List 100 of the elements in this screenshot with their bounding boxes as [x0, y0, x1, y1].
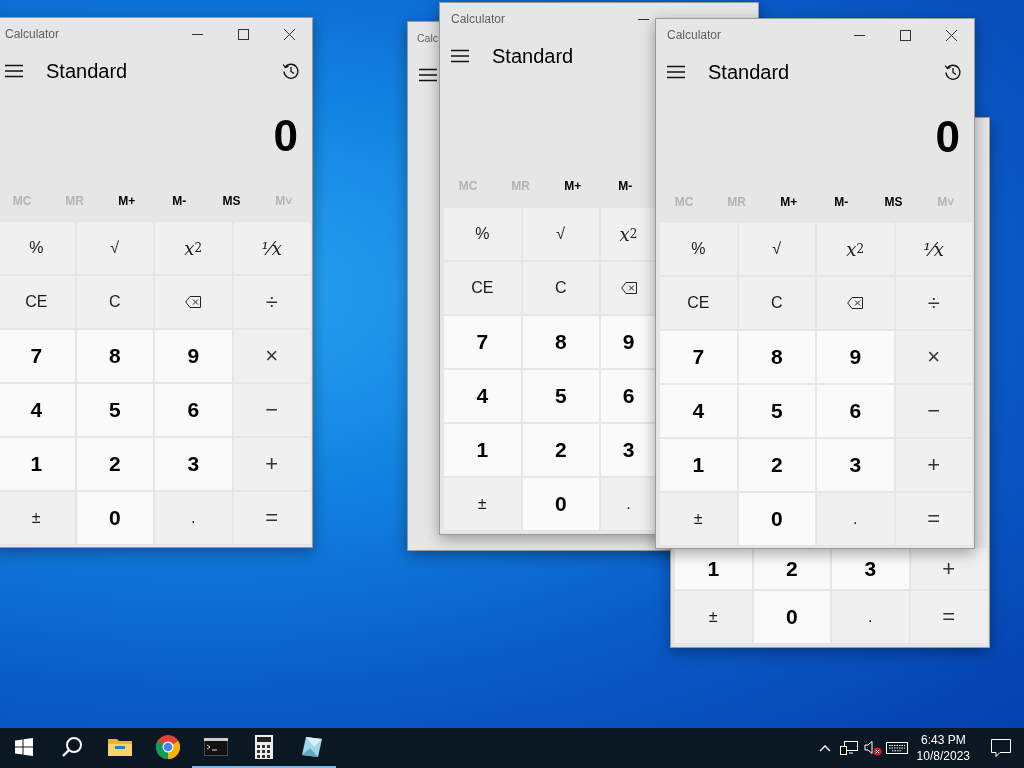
digit-key[interactable]: 0: [76, 492, 153, 544]
digit-key[interactable]: 8: [76, 330, 153, 382]
operator-key[interactable]: %: [660, 223, 737, 275]
memory-button[interactable]: M+: [564, 179, 582, 193]
minimize-icon: [191, 33, 203, 35]
digit-key[interactable]: 3: [832, 548, 909, 589]
digit-key[interactable]: 9: [817, 331, 894, 383]
digit-key[interactable]: 5: [76, 384, 153, 436]
digit-key[interactable]: 0: [738, 493, 815, 545]
operator-key[interactable]: ÷: [233, 276, 310, 328]
memory-button[interactable]: M-: [618, 179, 633, 193]
digit-key[interactable]: 5: [738, 385, 815, 437]
digit-key[interactable]: 2: [76, 438, 153, 490]
operator-key[interactable]: −: [895, 385, 972, 437]
operator-key[interactable]: √: [522, 208, 599, 260]
operator-key[interactable]: ×: [233, 330, 310, 382]
operator-key[interactable]: CE: [660, 277, 737, 329]
clock-date: 10/8/2023: [916, 748, 970, 764]
digit-key[interactable]: 6: [817, 385, 894, 437]
mode-title: Standard: [46, 59, 129, 83]
operator-key[interactable]: %: [444, 208, 521, 260]
digit-key[interactable]: 7: [660, 331, 737, 383]
browser-icon: [156, 735, 180, 759]
digit-key[interactable]: 4: [660, 385, 737, 437]
operator-key[interactable]: x$^{2}$: [155, 222, 232, 274]
maximize-icon: [237, 28, 249, 40]
operator-key[interactable]: C: [76, 276, 153, 328]
digit-key[interactable]: 7: [444, 316, 521, 368]
digit-key[interactable]: 4: [444, 370, 521, 422]
memory-button[interactable]: MS: [222, 194, 241, 208]
window-title: Calculator: [451, 12, 507, 26]
operator-key[interactable]: +: [233, 438, 310, 490]
memory-button[interactable]: MS: [884, 195, 903, 209]
digit-key[interactable]: 0: [522, 478, 599, 530]
menu-icon[interactable]: [419, 68, 437, 82]
memory-button[interactable]: M+: [780, 195, 798, 209]
digit-key[interactable]: 4: [0, 384, 75, 436]
digit-key[interactable]: 1: [675, 548, 752, 589]
operator-key[interactable]: ×: [895, 331, 972, 383]
window-title: Calc: [417, 32, 439, 44]
operator-key[interactable]: .: [817, 493, 894, 545]
operator-key[interactable]: +: [895, 439, 972, 491]
operator-key[interactable]: .: [832, 591, 909, 643]
folder-icon: [108, 737, 132, 757]
digit-key[interactable]: 3: [817, 439, 894, 491]
keyboard-icon[interactable]: [885, 742, 908, 754]
memory-button[interactable]: M-: [172, 194, 187, 208]
notification-icon[interactable]: [991, 739, 1011, 757]
operator-key[interactable]: C: [738, 277, 815, 329]
operator-key[interactable]: .: [601, 478, 656, 530]
operator-key[interactable]: ±: [444, 478, 521, 530]
digit-key[interactable]: 2: [753, 548, 830, 589]
menu-icon[interactable]: [667, 65, 685, 79]
operator-key[interactable]: C: [522, 262, 599, 314]
operator-key[interactable]: ±: [660, 493, 737, 545]
operator-key[interactable]: x$^{2}$: [817, 223, 894, 275]
speaker-muted-icon[interactable]: [863, 740, 882, 756]
operator-key[interactable]: %: [0, 222, 75, 274]
digit-key[interactable]: 1: [0, 438, 75, 490]
operator-key[interactable]: x$^{2}$: [601, 208, 656, 260]
operator-key[interactable]: =: [233, 492, 310, 544]
digit-key[interactable]: 0: [753, 591, 830, 643]
digit-key[interactable]: 9: [155, 330, 232, 382]
digit-key[interactable]: 6: [601, 370, 656, 422]
operator-key[interactable]: +: [910, 548, 987, 589]
taskbar-clock[interactable]: 6:43 PM 10/8/2023: [908, 728, 978, 768]
memory-button[interactable]: M+: [118, 194, 136, 208]
digit-key[interactable]: 2: [738, 439, 815, 491]
operator-key[interactable]: ±: [0, 492, 75, 544]
operator-key[interactable]: =: [910, 591, 987, 643]
menu-icon[interactable]: [5, 64, 23, 78]
operator-key[interactable]: CE: [0, 276, 75, 328]
memory-button[interactable]: M-: [834, 195, 849, 209]
result-display: 0: [273, 111, 298, 161]
digit-key[interactable]: 8: [738, 331, 815, 383]
digit-key[interactable]: 5: [522, 370, 599, 422]
operator-key[interactable]: ¹⁄x: [895, 223, 972, 275]
digit-key[interactable]: 7: [0, 330, 75, 382]
history-icon[interactable]: [282, 62, 300, 80]
operator-key[interactable]: √: [738, 223, 815, 275]
digit-key[interactable]: 9: [601, 316, 656, 368]
history-icon[interactable]: [944, 63, 962, 81]
operator-key[interactable]: CE: [444, 262, 521, 314]
digit-key[interactable]: 3: [155, 438, 232, 490]
digit-key[interactable]: 1: [660, 439, 737, 491]
digit-key[interactable]: 1: [444, 424, 521, 476]
operator-key[interactable]: .: [155, 492, 232, 544]
digit-key[interactable]: 2: [522, 424, 599, 476]
chevron-up-icon[interactable]: [818, 744, 831, 752]
digit-key[interactable]: 8: [522, 316, 599, 368]
menu-icon[interactable]: [451, 49, 469, 63]
operator-key[interactable]: √: [76, 222, 153, 274]
network-icon[interactable]: [839, 740, 858, 756]
operator-key[interactable]: ¹⁄x: [233, 222, 310, 274]
digit-key[interactable]: 3: [601, 424, 656, 476]
digit-key[interactable]: 6: [155, 384, 232, 436]
operator-key[interactable]: −: [233, 384, 310, 436]
operator-key[interactable]: ÷: [895, 277, 972, 329]
operator-key[interactable]: ±: [675, 591, 752, 643]
operator-key[interactable]: =: [895, 493, 972, 545]
